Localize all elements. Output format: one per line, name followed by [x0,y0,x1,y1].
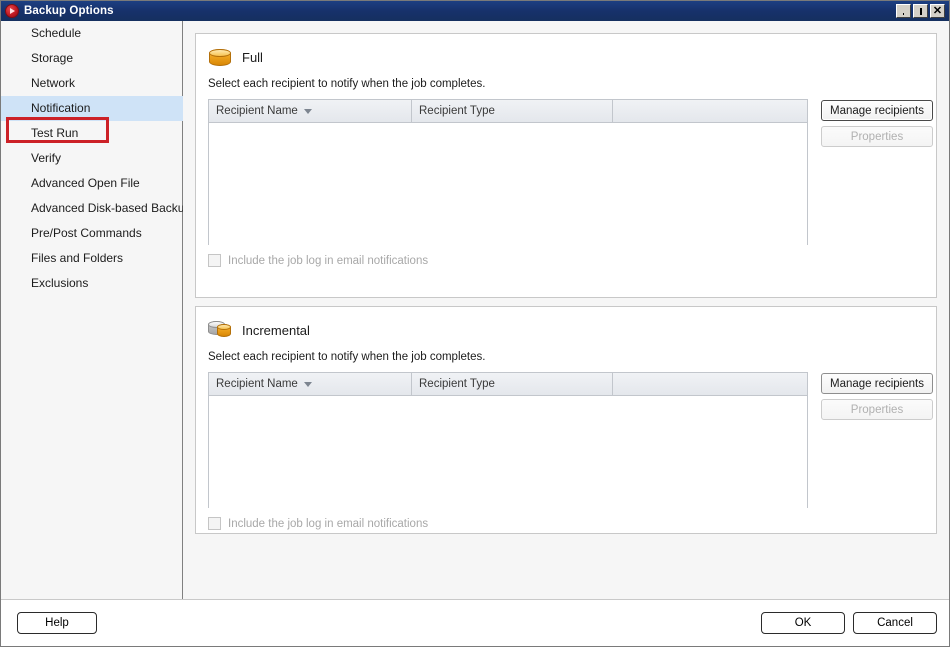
sidebar-item-advanced-disk-based-backup[interactable]: Advanced Disk-based Backup [1,196,191,221]
notification-settings-panel: Full Select each recipient to notify whe… [183,21,949,599]
full-table-body[interactable] [209,123,807,245]
sidebar-item-notification[interactable]: Notification [1,96,212,121]
full-table-actions: Manage recipients Properties [821,99,933,245]
incremental-manage-recipients-button[interactable]: Manage recipients [821,373,933,394]
full-table-header: Recipient Name Recipient Type [209,100,807,123]
full-backup-group: Full Select each recipient to notify whe… [195,33,937,298]
maximize-button[interactable] [913,4,928,18]
sidebar-item-verify[interactable]: Verify [1,146,182,171]
sidebar-item-network[interactable]: Network [1,71,182,96]
window-title: Backup Options [24,5,114,17]
settings-sidebar: Schedule Storage Network Notification Te… [1,21,212,599]
incremental-table-header: Recipient Name Recipient Type [209,373,807,396]
incremental-group-header: Incremental [208,317,924,343]
full-properties-button: Properties [821,126,933,147]
help-button[interactable]: Help [17,612,97,634]
title-bar: Backup Options ✕ [1,1,949,21]
column-header-recipient-type[interactable]: Recipient Type [412,373,613,395]
sort-descending-icon [303,108,312,114]
column-header-blank[interactable] [613,373,807,395]
column-header-recipient-name[interactable]: Recipient Name [209,100,412,122]
column-header-recipient-type-label: Recipient Type [419,105,495,117]
sidebar-item-schedule[interactable]: Schedule [1,21,182,46]
incremental-table-actions: Manage recipients Properties [821,372,933,508]
sidebar-item-test-run[interactable]: Test Run [1,121,182,146]
incremental-include-job-log-checkbox[interactable] [208,517,221,530]
incremental-recipients-area: Recipient Name Recipient Type Manage rec… [208,372,933,508]
sidebar-item-pre-post-commands[interactable]: Pre/Post Commands [1,221,182,246]
full-include-job-log-checkbox[interactable] [208,254,221,267]
incremental-recipients-table[interactable]: Recipient Name Recipient Type [208,372,808,508]
dialog-footer: Help OK Cancel [1,599,949,646]
full-manage-recipients-button[interactable]: Manage recipients [821,100,933,121]
dialog-body: Schedule Storage Network Notification Te… [1,21,949,599]
close-icon: ✕ [932,4,943,17]
column-header-recipient-name[interactable]: Recipient Name [209,373,412,395]
orange-database-cylinder-icon [208,46,232,68]
column-header-blank[interactable] [613,100,807,122]
ok-button[interactable]: OK [761,612,845,634]
incremental-group-title: Incremental [242,322,310,338]
sort-descending-icon [303,381,312,387]
column-header-recipient-type-label: Recipient Type [419,378,495,390]
incremental-include-job-log-row[interactable]: Include the job log in email notificatio… [208,517,924,530]
window-controls: ✕ [896,4,947,18]
full-group-description: Select each recipient to notify when the… [208,78,486,90]
incremental-include-job-log-label: Include the job log in email notificatio… [228,517,429,530]
full-recipients-table[interactable]: Recipient Name Recipient Type [208,99,808,245]
gray-orange-database-cylinder-icon [208,319,232,341]
column-header-recipient-name-label: Recipient Name [216,105,298,117]
full-include-job-log-row[interactable]: Include the job log in email notificatio… [208,254,924,267]
sidebar-item-files-and-folders[interactable]: Files and Folders [1,246,182,271]
incremental-properties-button: Properties [821,399,933,420]
full-group-title: Full [242,49,263,65]
full-include-job-log-label: Include the job log in email notificatio… [228,254,429,267]
column-header-recipient-type[interactable]: Recipient Type [412,100,613,122]
minimize-icon [903,13,904,15]
column-header-recipient-name-label: Recipient Name [216,378,298,390]
sidebar-item-exclusions[interactable]: Exclusions [1,271,182,296]
sidebar-item-advanced-open-file[interactable]: Advanced Open File [1,171,182,196]
full-recipients-area: Recipient Name Recipient Type Manage rec… [208,99,933,245]
sidebar-item-storage[interactable]: Storage [1,46,182,71]
close-button[interactable]: ✕ [930,4,945,18]
maximize-icon [919,7,922,15]
incremental-group-description: Select each recipient to notify when the… [208,351,486,363]
incremental-table-body[interactable] [209,396,807,508]
incremental-backup-group: Incremental Select each recipient to not… [195,306,937,534]
backup-options-window: Backup Options ✕ Schedule Storage Networ… [0,0,950,647]
cancel-button[interactable]: Cancel [853,612,937,634]
full-group-header: Full [208,44,924,70]
app-circle-play-icon [5,4,19,18]
minimize-button[interactable] [896,4,911,18]
